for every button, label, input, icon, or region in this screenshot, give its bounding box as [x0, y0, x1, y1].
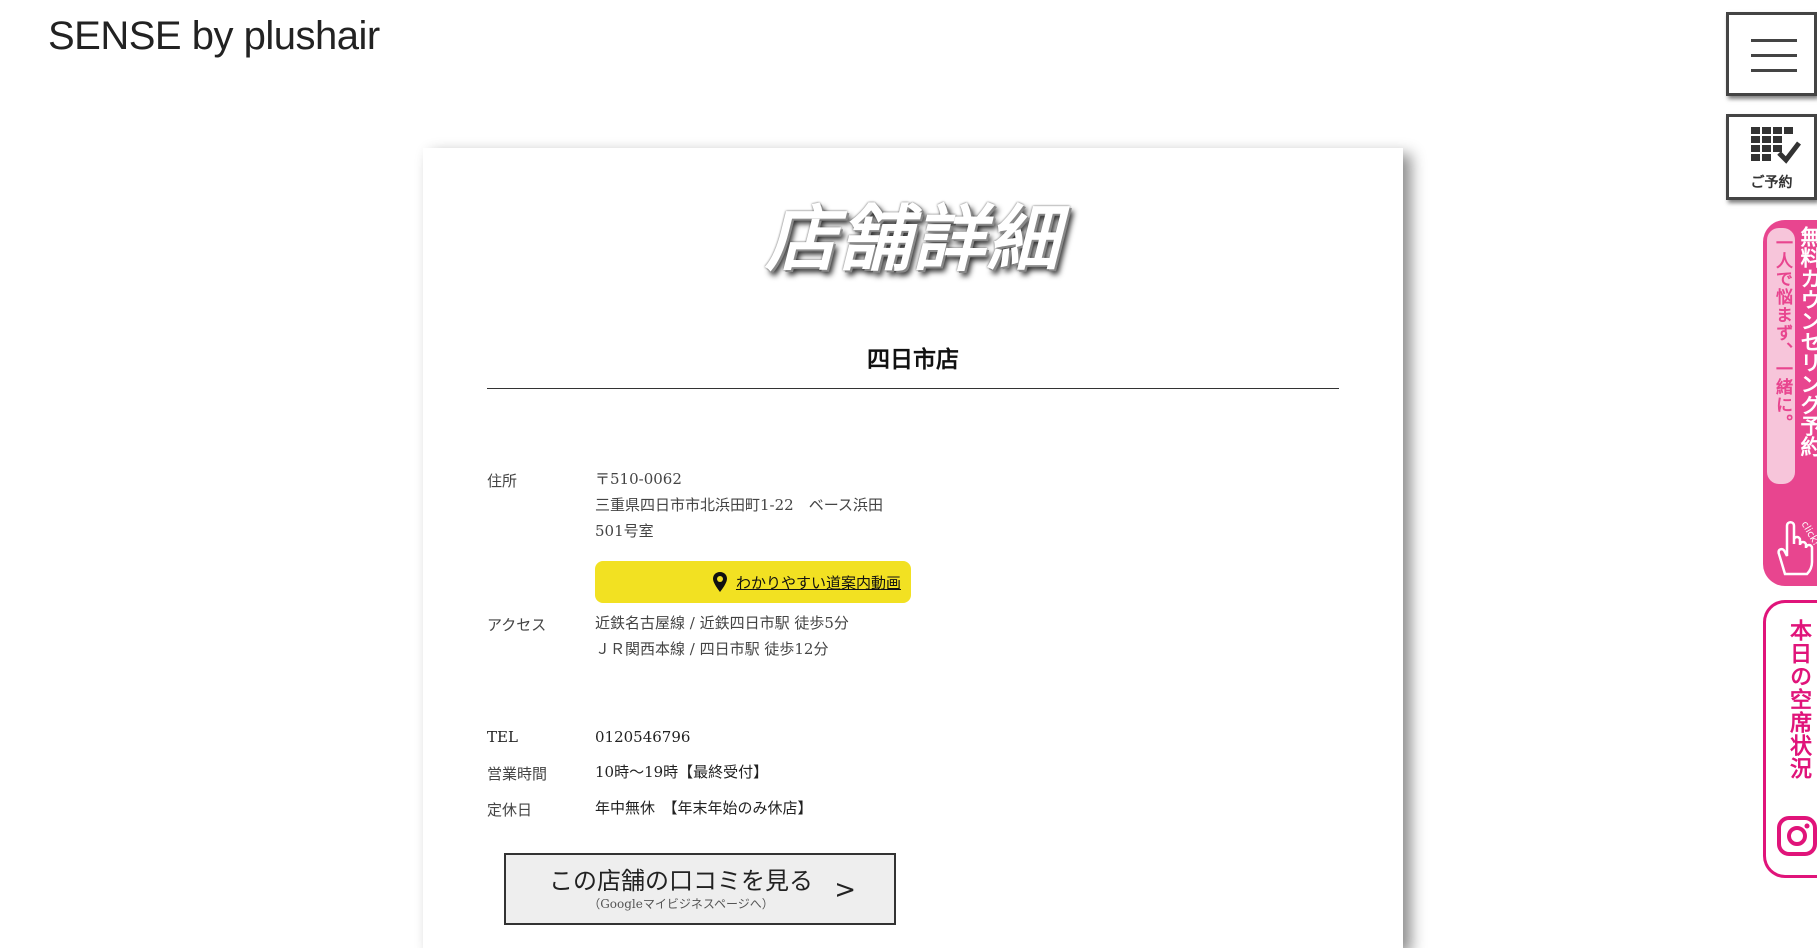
address-line1: 三重県四日市市北浜田町1-22 ベース浜田: [595, 496, 883, 514]
reserve-button[interactable]: ご予約: [1726, 114, 1817, 200]
access-line2: ＪＲ関西本線 / 四日市駅 徒歩12分: [595, 640, 829, 658]
calendar-check-icon: [1749, 125, 1801, 169]
free-counseling-button[interactable]: 一人で悩まず、一緒に。 無料カウンセリング予約 click!: [1763, 220, 1817, 586]
holiday-value: 年中無休 【年末年始のみ休店】: [595, 799, 813, 817]
today-vacancy-button[interactable]: 本日の空席状況: [1763, 600, 1817, 878]
address-line2: 501号室: [595, 522, 654, 540]
review-button-label: この店舗の口コミを見る: [549, 867, 813, 895]
page-title: 店舗詳細: [764, 196, 1061, 281]
store-name: 四日市店: [867, 346, 959, 373]
store-detail-card: 店舗詳細 四日市店 住所 〒510-0062 三重県四日市市北浜田町1-22 ベ…: [423, 148, 1403, 948]
reserve-label: ご予約: [1750, 175, 1793, 191]
map-pin-icon: [712, 571, 728, 593]
tel-label: TEL: [487, 728, 518, 746]
access-label: アクセス: [487, 616, 547, 634]
vacancy-label: 本日の空席状況: [1786, 619, 1811, 780]
hamburger-menu-button[interactable]: [1726, 12, 1817, 96]
access-line1: 近鉄名古屋線 / 近鉄四日市駅 徒歩5分: [595, 614, 849, 632]
review-button[interactable]: この店舗の口コミを見る （Googleマイビジネスページへ） >: [504, 853, 896, 925]
counseling-sub-text: 一人で悩まず、一緒に。: [1772, 234, 1792, 432]
address-postal: 〒510-0062: [595, 470, 682, 488]
route-video-button[interactable]: わかりやすい道案内動画: [595, 561, 911, 603]
instagram-icon: [1776, 815, 1817, 861]
site-logo[interactable]: SENSE by plushair: [48, 14, 380, 59]
tel-value[interactable]: 0120546796: [595, 724, 690, 750]
review-button-sub: （Googleマイビジネスページへ）: [588, 897, 774, 911]
hours-label: 営業時間: [487, 765, 548, 783]
divider: [487, 388, 1339, 389]
chevron-right-icon: >: [834, 875, 856, 905]
address-label: 住所: [487, 472, 518, 490]
route-video-label: わかりやすい道案内動画: [735, 573, 901, 592]
counseling-main-text: 無料カウンセリング予約: [1798, 226, 1817, 457]
hours-value: 10時〜19時【最終受付】: [595, 763, 769, 781]
holiday-label: 定休日: [487, 801, 533, 819]
pointing-hand-icon: click!: [1771, 512, 1817, 584]
